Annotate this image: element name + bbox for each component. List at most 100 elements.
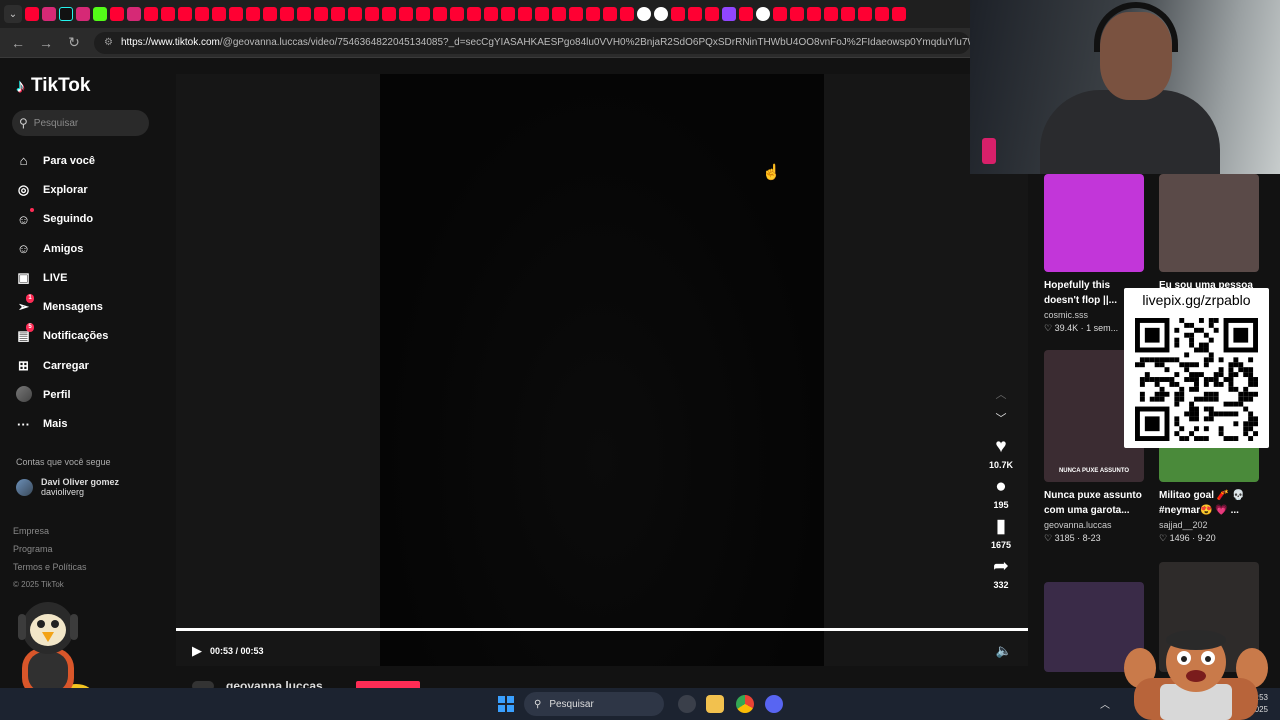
tiktok-logo[interactable]: ♪ TikTok bbox=[16, 75, 90, 97]
footer-link-programa[interactable]: Programa bbox=[13, 544, 87, 562]
taskbar-search[interactable]: ⚲ Pesquisar bbox=[524, 692, 664, 716]
next-video-icon[interactable]: ﹀ bbox=[996, 410, 1007, 436]
nav-item-6[interactable]: ▤ 5 Notificações bbox=[16, 322, 166, 351]
pinned-tab-14[interactable] bbox=[263, 7, 277, 21]
save-action[interactable]: ▮ 1675 bbox=[991, 516, 1011, 550]
pinned-tab-24[interactable] bbox=[433, 7, 447, 21]
footer-link-empresa[interactable]: Empresa bbox=[13, 526, 87, 544]
footer-link-termos[interactable]: Termos e Políticas bbox=[13, 562, 87, 580]
search-box[interactable]: ⚲ bbox=[12, 110, 149, 136]
pinned-tab-30[interactable] bbox=[535, 7, 549, 21]
discord-icon[interactable] bbox=[765, 695, 783, 713]
pinned-tab-37[interactable] bbox=[654, 7, 668, 21]
pinned-tab-2[interactable] bbox=[59, 7, 73, 21]
reload-icon[interactable]: ↻ bbox=[66, 34, 82, 51]
pinned-tab-7[interactable] bbox=[144, 7, 158, 21]
nav-item-7[interactable]: ⊞ Carregar bbox=[16, 351, 166, 380]
windows-start-icon[interactable] bbox=[498, 696, 514, 712]
pinned-tab-15[interactable] bbox=[280, 7, 294, 21]
forward-icon[interactable]: → bbox=[38, 35, 54, 51]
back-icon[interactable]: ← bbox=[10, 35, 26, 51]
pinned-tab-12[interactable] bbox=[229, 7, 243, 21]
following-account[interactable]: Davi Oliver gomez davioliverg bbox=[16, 477, 119, 497]
video-thumbnail[interactable] bbox=[1159, 174, 1259, 272]
pinned-tab-0[interactable] bbox=[25, 7, 39, 21]
pinned-tab-1[interactable] bbox=[42, 7, 56, 21]
chrome-icon[interactable] bbox=[736, 695, 754, 713]
nav-item-8[interactable]: Perfil bbox=[16, 380, 166, 409]
video-title[interactable]: Nunca puxe assunto com uma garota... bbox=[1044, 488, 1144, 518]
pinned-tab-38[interactable] bbox=[671, 7, 685, 21]
pinned-tab-51[interactable] bbox=[892, 7, 906, 21]
pinned-tab-50[interactable] bbox=[875, 7, 889, 21]
pinned-tab-19[interactable] bbox=[348, 7, 362, 21]
copilot-icon[interactable] bbox=[678, 695, 696, 713]
comment-icon[interactable]: ● bbox=[995, 476, 1006, 498]
nav-item-2[interactable]: ☺ Seguindo bbox=[16, 205, 166, 234]
pinned-tab-33[interactable] bbox=[586, 7, 600, 21]
pinned-tab-13[interactable] bbox=[246, 7, 260, 21]
pinned-tab-49[interactable] bbox=[858, 7, 872, 21]
pinned-tab-3[interactable] bbox=[76, 7, 90, 21]
nav-item-1[interactable]: ◎ Explorar bbox=[16, 175, 166, 204]
pinned-tab-31[interactable] bbox=[552, 7, 566, 21]
pinned-tab-28[interactable] bbox=[501, 7, 515, 21]
pinned-tab-36[interactable] bbox=[637, 7, 651, 21]
pinned-tab-16[interactable] bbox=[297, 7, 311, 21]
pinned-tab-20[interactable] bbox=[365, 7, 379, 21]
video-thumbnail[interactable] bbox=[1044, 174, 1144, 272]
like-action[interactable]: ♥ 10.7K bbox=[989, 436, 1013, 470]
pinned-tab-17[interactable] bbox=[314, 7, 328, 21]
file-explorer-icon[interactable] bbox=[706, 695, 724, 713]
nav-item-5[interactable]: ➢ 1 Mensagens bbox=[16, 292, 166, 321]
pinned-tab-46[interactable] bbox=[807, 7, 821, 21]
nav-item-0[interactable]: ⌂ Para você bbox=[16, 146, 166, 175]
search-input[interactable] bbox=[33, 117, 134, 129]
pinned-tab-42[interactable] bbox=[739, 7, 753, 21]
pinned-tab-6[interactable] bbox=[127, 7, 141, 21]
pinned-tab-9[interactable] bbox=[178, 7, 192, 21]
pinned-tab-8[interactable] bbox=[161, 7, 175, 21]
pinned-tab-21[interactable] bbox=[382, 7, 396, 21]
pinned-tab-40[interactable] bbox=[705, 7, 719, 21]
pinned-tab-27[interactable] bbox=[484, 7, 498, 21]
pinned-tab-22[interactable] bbox=[399, 7, 413, 21]
nav-item-4[interactable]: ▣ LIVE bbox=[16, 263, 166, 292]
share-icon[interactable]: ➦ bbox=[993, 556, 1009, 578]
video-progress-bar[interactable] bbox=[176, 628, 1028, 631]
pinned-tab-11[interactable] bbox=[212, 7, 226, 21]
share-action[interactable]: ➦ 332 bbox=[993, 556, 1009, 590]
video-author[interactable]: sajjad__202 bbox=[1159, 520, 1259, 530]
related-video-card[interactable]: Eu sou uma pessoa bbox=[1159, 174, 1259, 293]
pinned-tab-32[interactable] bbox=[569, 7, 583, 21]
pinned-tab-25[interactable] bbox=[450, 7, 464, 21]
comment-action[interactable]: ● 195 bbox=[993, 476, 1008, 510]
pinned-tab-10[interactable] bbox=[195, 7, 209, 21]
heart-icon[interactable]: ♥ bbox=[995, 436, 1006, 458]
pinned-tab-39[interactable] bbox=[688, 7, 702, 21]
site-info-icon[interactable]: ⚙ bbox=[104, 37, 113, 48]
pinned-tab-35[interactable] bbox=[620, 7, 634, 21]
pinned-tab-18[interactable] bbox=[331, 7, 345, 21]
pinned-tab-41[interactable] bbox=[722, 7, 736, 21]
pinned-tab-45[interactable] bbox=[790, 7, 804, 21]
pinned-tab-23[interactable] bbox=[416, 7, 430, 21]
volume-icon[interactable]: 🔈 bbox=[996, 643, 1012, 659]
video-title[interactable]: Militao goal 🧨 💀 #neymar😍 💗 ... bbox=[1159, 488, 1259, 518]
nav-item-3[interactable]: ☺ Amigos bbox=[16, 234, 166, 263]
pinned-tab-44[interactable] bbox=[773, 7, 787, 21]
pinned-tab-29[interactable] bbox=[518, 7, 532, 21]
pinned-tab-5[interactable] bbox=[110, 7, 124, 21]
play-icon[interactable]: ▶ bbox=[192, 643, 202, 659]
address-bar[interactable]: ⚙ https://www.tiktok.com/@geovanna.lucca… bbox=[94, 31, 970, 54]
tray-chevron-icon[interactable]: ︿ bbox=[1100, 696, 1110, 711]
video-frame[interactable] bbox=[380, 74, 824, 666]
pinned-tab-47[interactable] bbox=[824, 7, 838, 21]
pinned-tab-4[interactable] bbox=[93, 7, 107, 21]
pinned-tab-43[interactable] bbox=[756, 7, 770, 21]
nav-item-9[interactable]: ··· Mais bbox=[16, 410, 166, 439]
pinned-tab-48[interactable] bbox=[841, 7, 855, 21]
video-author[interactable]: geovanna.luccas bbox=[1044, 520, 1144, 530]
tab-search-button[interactable]: ⌄ bbox=[4, 5, 22, 23]
video-player[interactable]: ▶ 00:53 / 00:53 🔈 bbox=[176, 74, 1028, 666]
